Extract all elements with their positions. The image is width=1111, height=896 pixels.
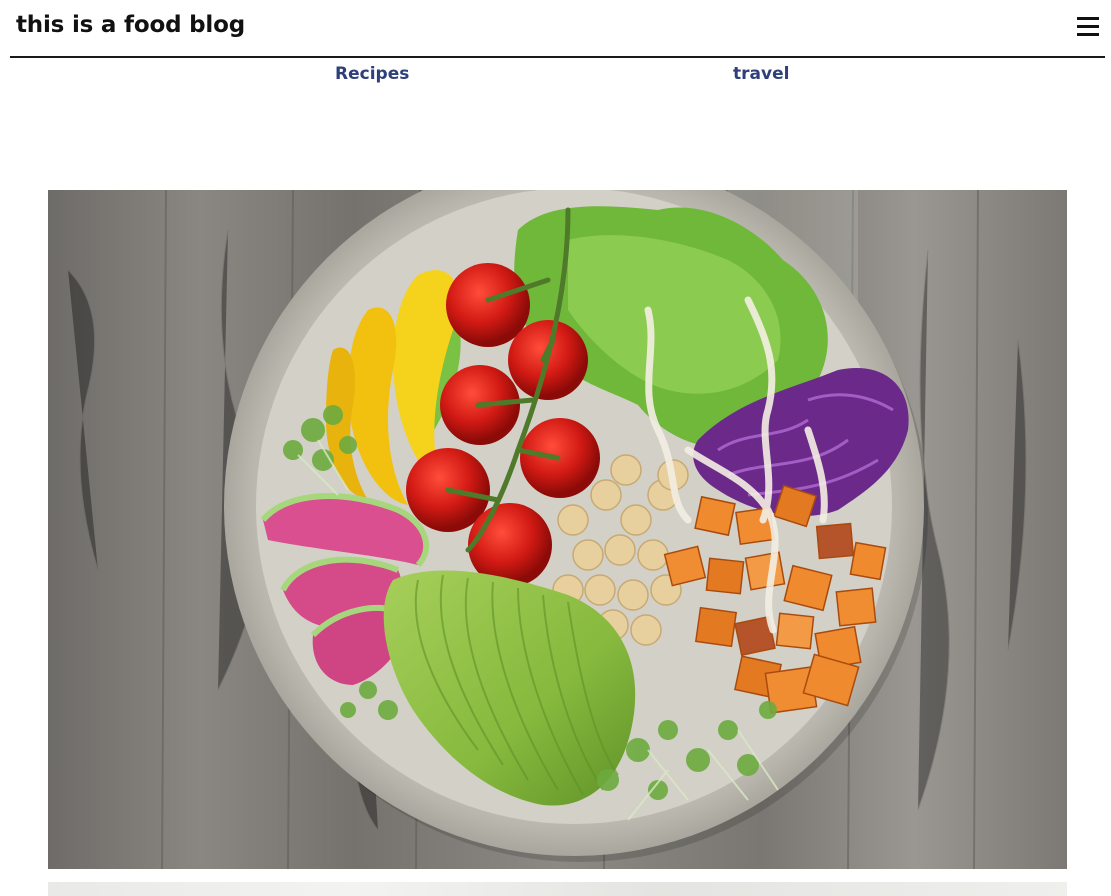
next-post-image bbox=[48, 882, 1067, 896]
hamburger-menu-icon[interactable] bbox=[1077, 17, 1099, 37]
main-nav: Recipes travel bbox=[0, 64, 1111, 88]
nav-link-travel[interactable]: travel bbox=[733, 64, 789, 84]
site-header: this is a food blog bbox=[10, 0, 1105, 58]
site-title[interactable]: this is a food blog bbox=[16, 12, 245, 38]
hero-image-salad-bowl bbox=[48, 190, 1067, 869]
nav-link-recipes[interactable]: Recipes bbox=[335, 64, 409, 84]
